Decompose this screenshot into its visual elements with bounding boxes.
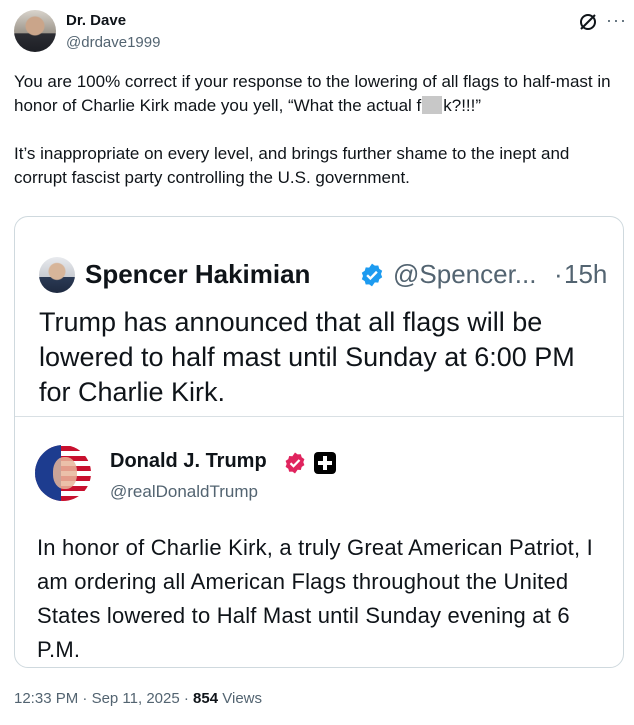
post-footer: 12:33 PM · Sep 11, 2025 · 854 Views <box>14 690 262 707</box>
embedded-author-handle[interactable]: @realDonaldTrump <box>110 482 258 502</box>
views-label: Views <box>222 690 262 707</box>
post-paragraph-2: It’s inappropriate on every level, and b… <box>14 144 570 187</box>
affiliate-badge-icon <box>314 452 336 474</box>
quote-card[interactable]: Spencer Hakimian @Spencer... · 15h Trump… <box>14 216 624 668</box>
quote-time[interactable]: 15h <box>564 259 607 290</box>
views-count[interactable]: 854 <box>193 690 218 707</box>
footer-separator: · <box>183 690 189 707</box>
embedded-avatar[interactable] <box>35 445 91 501</box>
author-avatar[interactable] <box>14 10 56 52</box>
post-body: You are 100% correct if your response to… <box>14 70 620 190</box>
embedded-text: In honor of Charlie Kirk, a truly Great … <box>37 535 593 662</box>
quote-author-name[interactable]: Spencer Hakimian <box>85 259 310 290</box>
redaction-block <box>422 96 443 114</box>
post-text-part-1: You are 100% correct if your response to… <box>14 72 611 115</box>
post-date[interactable]: Sep 11, 2025 <box>92 690 180 707</box>
post-time[interactable]: 12:33 PM <box>14 690 78 707</box>
embedded-author-name[interactable]: Donald J. Trump <box>110 450 267 473</box>
quote-avatar[interactable] <box>39 257 75 293</box>
post-paragraph-1: You are 100% correct if your response to… <box>14 70 620 118</box>
quote-text: Trump has announced that all flags will … <box>39 307 575 407</box>
author-name[interactable]: Dr. Dave <box>66 12 126 29</box>
verified-badge-icon <box>285 452 305 474</box>
verified-badge-icon <box>361 263 383 287</box>
card-divider <box>15 416 623 417</box>
quote-separator: · <box>554 259 563 289</box>
quote-author-handle[interactable]: @Spencer... <box>393 259 536 290</box>
author-handle[interactable]: @drdave1999 <box>66 34 160 51</box>
more-icon[interactable]: ··· <box>606 10 627 31</box>
footer-separator: · <box>82 690 88 707</box>
post-text-part-2: k?!!!” <box>443 96 482 115</box>
grok-icon[interactable] <box>578 12 598 32</box>
portrait-face <box>53 457 77 489</box>
